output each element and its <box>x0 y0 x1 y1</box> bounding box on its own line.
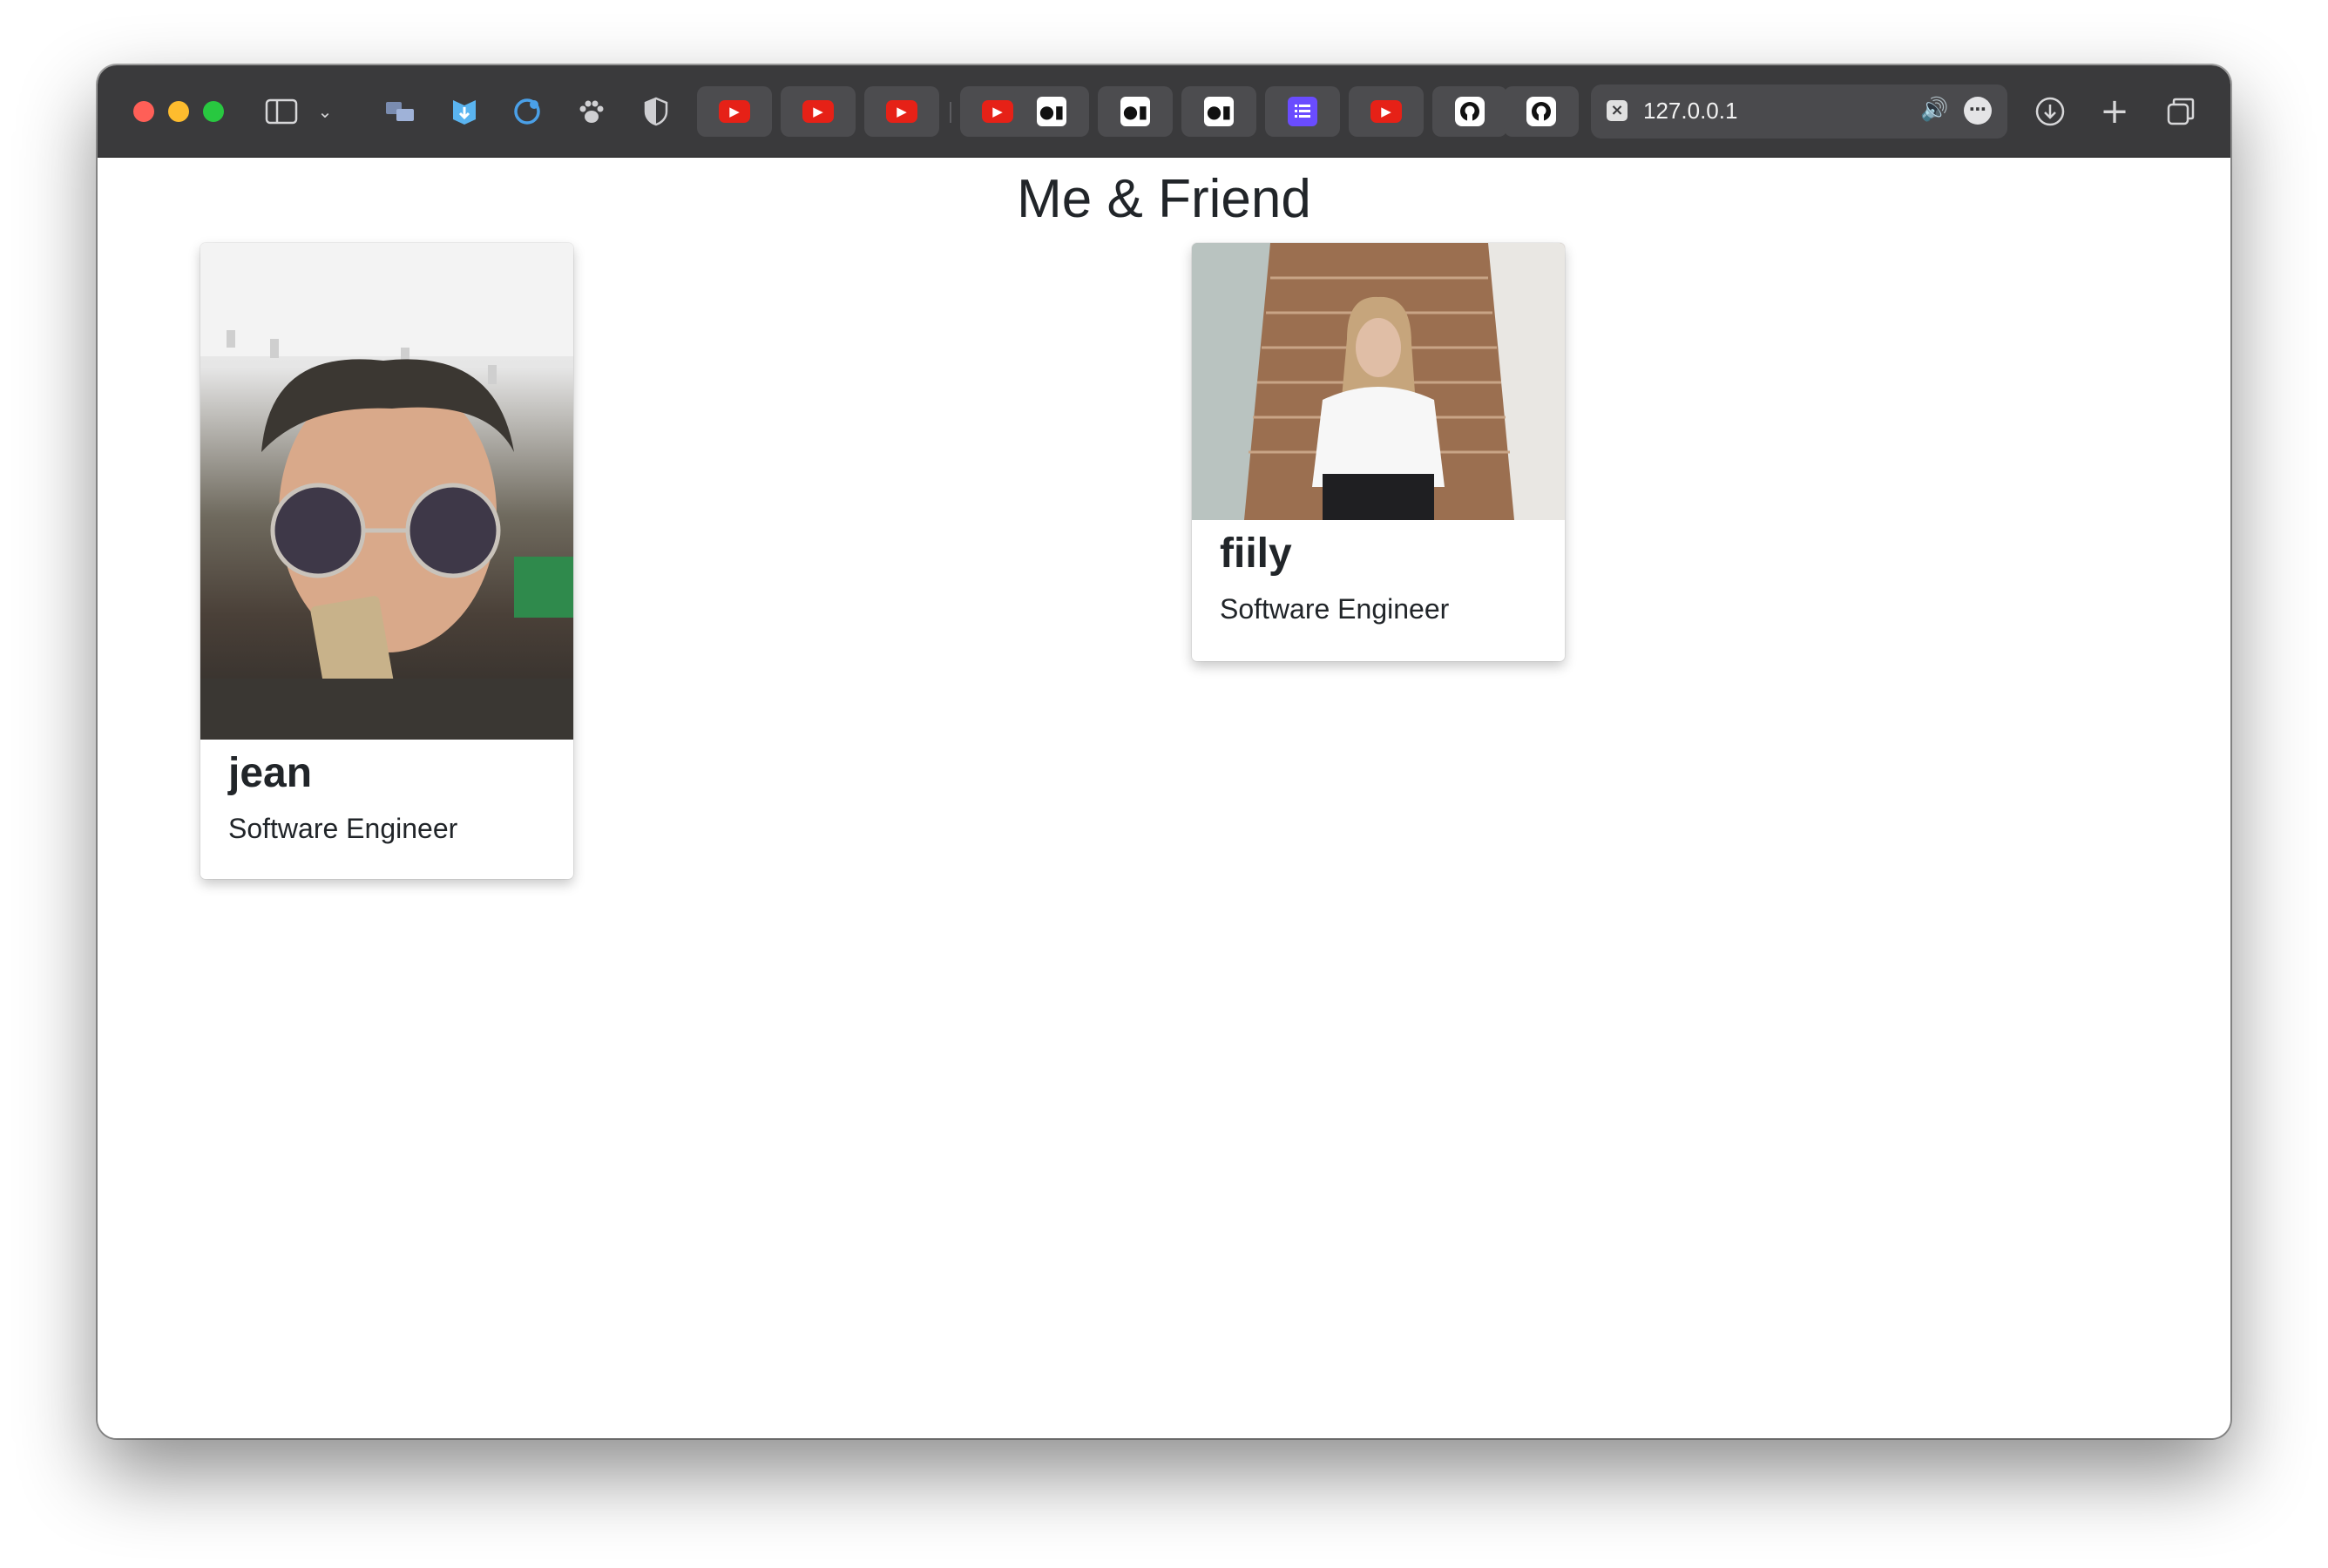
youtube-icon: ▶ <box>719 100 750 123</box>
profile-card-jean: jean Software Engineer <box>200 243 573 879</box>
pinned-tab-medium-2[interactable]: ●▮ <box>1098 86 1173 137</box>
pinned-tab-github-2[interactable] <box>1504 86 1579 137</box>
youtube-icon: ▶ <box>1370 100 1402 123</box>
browser-window: ⌄ ▶ ▶ ▶ ▶ ●▮ ●▮ ●▮ ▶ × 127.0.0.1 🔊 ⋯ + M… <box>98 65 2230 1438</box>
pinned-tab-medium-1[interactable]: ●▮ <box>1014 86 1089 137</box>
youtube-icon: ▶ <box>982 100 1013 123</box>
maximize-window-button[interactable] <box>203 101 224 122</box>
more-options-icon[interactable]: ⋯ <box>1964 97 1992 125</box>
card-title: fiily <box>1220 531 1292 577</box>
browser-toolbar: ⌄ ▶ ▶ ▶ ▶ ●▮ ●▮ ●▮ ▶ × 127.0.0.1 🔊 ⋯ + <box>98 65 2230 158</box>
extension-refresh-icon[interactable] <box>511 95 544 128</box>
shield-icon[interactable] <box>640 95 673 128</box>
tab-separator <box>950 102 951 123</box>
youtube-icon: ▶ <box>886 100 917 123</box>
github-icon <box>1526 97 1556 126</box>
card-body: fiily Software Engineer <box>1192 520 1565 630</box>
medium-icon: ●▮ <box>1120 97 1150 126</box>
card-body: jean Software Engineer <box>200 740 573 849</box>
pinned-tab-medium-3[interactable]: ●▮ <box>1181 86 1256 137</box>
medium-icon: ●▮ <box>1037 97 1066 126</box>
youtube-icon: ▶ <box>802 100 834 123</box>
pinned-tab-github-1[interactable] <box>1432 86 1507 137</box>
close-tab-icon[interactable]: × <box>1607 100 1628 121</box>
pinned-tab-youtube-2[interactable]: ▶ <box>781 86 856 137</box>
card-text: Software Engineer <box>228 813 458 844</box>
card-text: Software Engineer <box>1220 593 1450 625</box>
paw-icon[interactable] <box>575 95 608 128</box>
profile-photo <box>1192 243 1565 520</box>
speaker-icon[interactable]: 🔊 <box>1920 97 1948 123</box>
page-content: Me & Friend jean Software Engineer fiily… <box>98 158 2230 1438</box>
list-icon <box>1288 97 1317 126</box>
github-icon <box>1455 97 1485 126</box>
pinned-tab-youtube-3[interactable]: ▶ <box>864 86 939 137</box>
page-title: Me & Friend <box>1017 169 1311 229</box>
extension-download-icon[interactable] <box>448 95 481 128</box>
profile-photo <box>200 243 573 740</box>
minimize-window-button[interactable] <box>168 101 189 122</box>
chevron-down-icon[interactable]: ⌄ <box>308 95 342 128</box>
url-text[interactable]: 127.0.0.1 <box>1643 98 1737 125</box>
sidebar-toggle-icon[interactable] <box>265 95 298 128</box>
profile-card-fiily: fiily Software Engineer <box>1192 243 1565 661</box>
pinned-tab-youtube-5[interactable]: ▶ <box>1349 86 1424 137</box>
pinned-tab-list[interactable] <box>1265 86 1340 137</box>
tab-overview-icon[interactable] <box>2164 95 2197 128</box>
pinned-tab-youtube-1[interactable]: ▶ <box>697 86 772 137</box>
download-icon[interactable] <box>2034 95 2067 128</box>
new-tab-icon[interactable]: + <box>2098 91 2131 132</box>
active-tab-address[interactable]: × 127.0.0.1 🔊 ⋯ <box>1591 84 2007 139</box>
card-title: jean <box>228 750 313 796</box>
extension-windows-icon[interactable] <box>383 95 416 128</box>
close-window-button[interactable] <box>133 101 154 122</box>
medium-icon: ●▮ <box>1204 97 1234 126</box>
